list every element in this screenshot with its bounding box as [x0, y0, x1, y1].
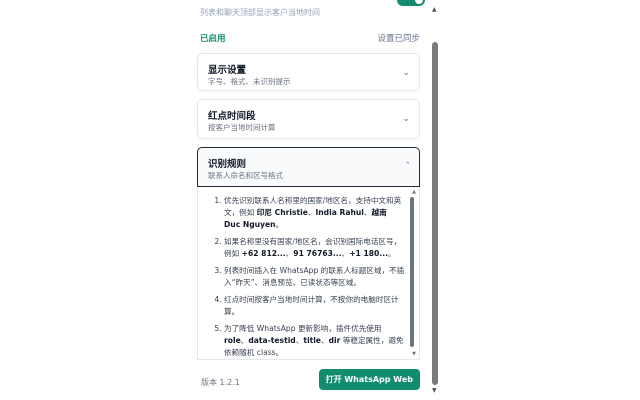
scroll-up-arrow-icon[interactable]: ▲ [412, 189, 416, 195]
status-row: 已启用 设置已同步 [200, 32, 420, 44]
rule-item: 列表时间插入在 WhatsApp 的联系人标题区域，不插入“昨天”、消息预览、已… [224, 265, 405, 289]
version-label: 版本 1.2.1 [201, 378, 240, 387]
rule-item: 优先识别联系人名称里的国家/地区名，支持中文和英文，例如 印尼 Christie… [224, 195, 405, 231]
chevron-down-icon: ⌄ [402, 114, 410, 124]
section-recognition-rules[interactable]: 识别规则 联系人命名和区号格式 ˆ [197, 147, 420, 187]
rule-item: 红点时间按客户当地时间计算，不按你的电脑时区计算。 [224, 294, 405, 318]
rules-scrollbar[interactable]: ▲ ▼ [409, 187, 417, 359]
rule-item: 如果名称里没有国家/地区名，会识别国际电话区号，例如 +62 812...、91… [224, 236, 405, 260]
section-subtitle: 联系人命名和区号格式 [208, 171, 283, 180]
status-enabled: 已启用 [200, 34, 226, 44]
section-title: 红点时间段 [208, 111, 256, 122]
enable-toggle[interactable] [397, 0, 425, 6]
open-whatsapp-web-button[interactable]: 打开 WhatsApp Web [318, 369, 420, 390]
scroll-down-arrow-icon[interactable]: ▼ [412, 351, 416, 357]
section-title: 显示设置 [208, 65, 247, 76]
section-title: 识别规则 [208, 159, 247, 170]
page-scroll-thumb[interactable] [432, 42, 438, 385]
section-subtitle: 按客户当地时间计算 [208, 123, 276, 132]
scroll-up-arrow-icon[interactable]: ▲ [432, 6, 437, 13]
rules-content[interactable]: 优先识别联系人名称里的国家/地区名，支持中文和英文，例如 印尼 Christie… [197, 187, 420, 360]
section-display-settings[interactable]: 显示设置 字号、格式、未识别提示 ⌄ [197, 53, 420, 91]
chevron-up-icon: ˆ [405, 162, 411, 172]
rules-scroll-thumb[interactable] [410, 197, 414, 347]
rules-list: 优先识别联系人名称里的国家/地区名，支持中文和英文，例如 印尼 Christie… [198, 187, 419, 359]
chevron-down-icon: ⌄ [402, 68, 410, 78]
status-synced: 设置已同步 [377, 34, 420, 44]
rule-item: 为了降低 WhatsApp 更新影响，插件优先使用 role、data-test… [224, 323, 405, 359]
section-subtitle: 字号、格式、未识别提示 [208, 77, 291, 86]
popup-panel: 列表和聊天顶部显示客户当地时间 已启用 设置已同步 显示设置 字号、格式、未识别… [191, 0, 429, 400]
section-red-dot-period[interactable]: 红点时间段 按客户当地时间计算 ⌄ [197, 99, 420, 139]
page-scrollbar[interactable]: ▲ ▼ [429, 0, 441, 400]
scroll-down-arrow-icon[interactable]: ▼ [432, 387, 437, 394]
header-description: 列表和聊天顶部显示客户当地时间 [200, 8, 320, 17]
